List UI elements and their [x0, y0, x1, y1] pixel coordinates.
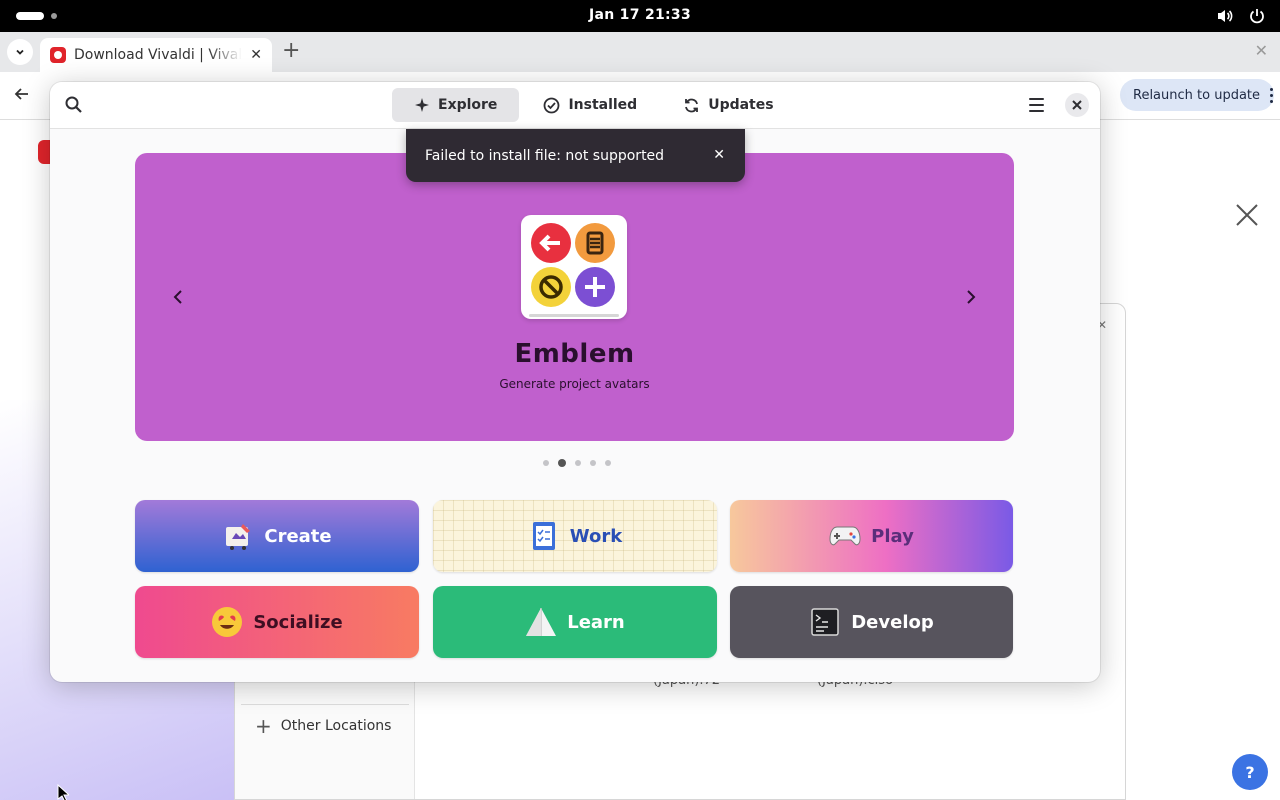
featured-app-summary: Generate project avatars — [499, 377, 650, 391]
arrow-left-icon — [531, 223, 571, 263]
software-window: Explore Installed Updates Emblem Generat… — [50, 82, 1100, 682]
plus-icon — [575, 267, 615, 307]
browser-tab-strip: Download Vivaldi | Vivaldi ✕ + ✕ — [0, 32, 1280, 72]
main-menu-button[interactable] — [1029, 98, 1044, 116]
volume-icon[interactable] — [1216, 7, 1234, 25]
carousel-dot[interactable] — [575, 460, 581, 466]
carousel-dot[interactable] — [605, 460, 611, 466]
error-toast: Failed to install file: not supported ✕ — [406, 129, 745, 182]
new-tab-button[interactable]: + — [282, 40, 300, 62]
list-icon — [575, 223, 615, 263]
tab-updates[interactable]: Updates — [661, 88, 795, 122]
carousel-dot[interactable] — [590, 460, 596, 466]
category-learn[interactable]: Learn — [433, 586, 717, 658]
search-button[interactable] — [64, 95, 84, 119]
browser-tab[interactable]: Download Vivaldi | Vivaldi ✕ — [40, 38, 272, 72]
plus-icon: + — [255, 714, 272, 738]
toast-message: Failed to install file: not supported — [425, 147, 665, 164]
category-work[interactable]: Work — [433, 500, 717, 572]
tab-close-button[interactable]: ✕ — [250, 47, 262, 63]
chevron-down-icon — [16, 49, 24, 55]
tab-label: Updates — [708, 97, 774, 113]
paper-plane-icon — [525, 606, 557, 638]
category-socialize[interactable]: Socialize — [135, 586, 419, 658]
window-close-button[interactable] — [1065, 93, 1089, 117]
carousel-indicator — [543, 459, 611, 467]
featured-app-name: Emblem — [514, 339, 635, 369]
vivaldi-favicon-icon — [50, 47, 66, 63]
relaunch-label: Relaunch to update — [1133, 87, 1261, 103]
carousel-dot[interactable] — [543, 460, 549, 466]
kebab-menu-icon[interactable] — [1270, 87, 1274, 103]
browser-window-close-button[interactable]: ✕ — [1255, 41, 1268, 60]
check-circle-icon — [544, 97, 560, 113]
toast-close-button[interactable]: ✕ — [713, 147, 725, 163]
emblem-app-icon — [521, 215, 627, 319]
page-close-icon[interactable] — [1234, 202, 1260, 232]
refresh-icon — [685, 98, 699, 112]
relaunch-to-update-button[interactable]: Relaunch to update — [1120, 79, 1274, 111]
power-icon[interactable] — [1248, 7, 1266, 25]
sparkle-icon — [415, 98, 429, 112]
category-develop[interactable]: Develop — [730, 586, 1013, 658]
category-label: Create — [264, 525, 332, 547]
category-label: Socialize — [253, 611, 343, 633]
arrow-left-icon — [14, 88, 28, 100]
view-switcher: Explore Installed Updates — [392, 88, 796, 122]
tab-title: Download Vivaldi | Vivaldi — [74, 47, 243, 63]
category-play[interactable]: Play — [730, 500, 1013, 572]
sidebar-item-other-locations[interactable]: + Other Locations — [255, 714, 392, 738]
chevron-left-icon — [173, 290, 182, 304]
carousel-previous-button[interactable] — [171, 289, 185, 309]
category-label: Play — [871, 525, 914, 547]
carousel-next-button[interactable] — [964, 289, 978, 309]
mouse-cursor-icon — [57, 783, 71, 800]
work-icon — [528, 520, 560, 552]
back-button[interactable] — [12, 84, 32, 108]
category-label: Work — [569, 525, 623, 547]
sidebar-item-label: Other Locations — [280, 718, 392, 734]
category-label: Develop — [851, 611, 934, 633]
system-tray[interactable] — [1216, 7, 1266, 25]
header-bar: Explore Installed Updates — [50, 82, 1100, 129]
category-create[interactable]: Create — [135, 500, 419, 572]
tab-installed[interactable]: Installed — [521, 88, 659, 122]
system-top-bar: Jan 17 21:33 — [0, 0, 1280, 32]
tab-list-button[interactable] — [7, 39, 33, 65]
chevron-right-icon — [967, 290, 976, 304]
tab-label: Installed — [568, 97, 638, 113]
gamepad-icon — [829, 520, 861, 552]
smiley-icon — [211, 606, 243, 638]
clock[interactable]: Jan 17 21:33 — [0, 7, 1280, 23]
help-button[interactable]: ? — [1232, 754, 1268, 790]
no-entry-icon — [531, 267, 571, 307]
carousel-dot-active[interactable] — [558, 459, 566, 467]
terminal-icon — [809, 606, 841, 638]
featured-carousel[interactable]: Emblem Generate project avatars — [135, 153, 1014, 441]
tab-explore[interactable]: Explore — [392, 88, 520, 122]
category-label: Learn — [567, 611, 625, 633]
tab-label: Explore — [438, 97, 498, 113]
search-icon — [65, 96, 82, 113]
sidebar-divider — [241, 704, 409, 705]
close-icon — [1072, 100, 1082, 110]
create-icon — [222, 520, 254, 552]
